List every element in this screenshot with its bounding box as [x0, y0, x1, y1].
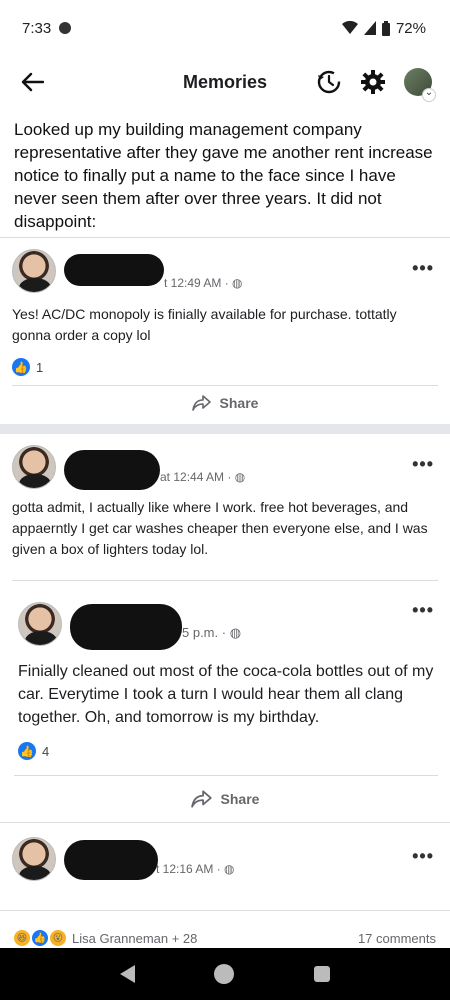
entry-1-reactions[interactable]: 👍 1 [12, 358, 43, 376]
app-bar: Memories [0, 56, 450, 108]
wow-icon: 😮 [50, 930, 66, 946]
avatar[interactable] [12, 445, 56, 489]
status-right: 72% [341, 19, 426, 37]
reaction-count: 1 [36, 359, 44, 375]
globe-icon: ◍ [232, 276, 243, 290]
battery-level: 72% [395, 19, 426, 37]
globe-icon: ◍ [229, 625, 242, 640]
entry-3-timestamp[interactable]: 5 p.m. · ◍ [182, 625, 241, 641]
status-bar: 7:33 72% [0, 0, 450, 56]
redaction [64, 450, 160, 490]
entry-3-reactions[interactable]: 👍 4 [18, 742, 49, 760]
share-label: Share [219, 395, 259, 411]
divider [0, 910, 450, 911]
reactors-text: Lisa Granneman + 28 [72, 930, 198, 946]
avatar[interactable] [12, 249, 56, 293]
clock: 7:33 [22, 19, 52, 37]
nav-recents-icon[interactable] [314, 966, 331, 982]
divider [0, 822, 450, 823]
wifi-icon [341, 21, 358, 34]
timestamp-text: at 12:44 AM · [160, 470, 235, 484]
entry-2-text: gotta admit, I actually like where I wor… [12, 499, 428, 557]
section-divider [0, 424, 450, 434]
account-avatar[interactable] [404, 68, 436, 102]
entry-2-header [12, 445, 56, 489]
gear-icon[interactable] [360, 69, 386, 95]
redaction [70, 604, 182, 650]
entry-4-header [12, 837, 56, 881]
share-button[interactable]: Share [0, 789, 450, 809]
back-arrow-icon[interactable] [18, 68, 46, 96]
entry-2-timestamp[interactable]: at 12:44 AM · ◍ [160, 470, 245, 484]
haha-icon: 😆 [14, 930, 30, 946]
timestamp-text: 5 p.m. · [182, 625, 230, 640]
reaction-summary[interactable]: 😆 👍 😮 Lisa Granneman + 28 [14, 930, 197, 946]
redaction [64, 840, 158, 880]
notification-icon [59, 22, 72, 34]
entry-1-header [12, 249, 56, 293]
divider [12, 385, 438, 386]
share-button[interactable]: Share [0, 394, 450, 412]
status-left: 7:33 [22, 19, 72, 37]
entry-4-timestamp[interactable]: t 12:16 AM · ◍ [156, 862, 235, 876]
more-dots-icon[interactable]: ••• [412, 600, 434, 621]
timestamp-text: t 12:49 AM · [164, 276, 233, 290]
globe-icon: ◍ [234, 470, 246, 484]
nav-back-icon[interactable] [119, 965, 135, 983]
nav-home-icon[interactable] [214, 964, 235, 984]
divider [12, 580, 438, 581]
system-nav-bar [0, 948, 450, 1000]
battery-icon [381, 20, 390, 36]
like-icon: 👍 [18, 742, 36, 760]
entry-3-text: Finially cleaned out most of the coca-co… [18, 663, 434, 726]
more-dots-icon[interactable]: ••• [412, 846, 434, 867]
comments-count[interactable]: 17 comments [358, 931, 436, 946]
more-dots-icon[interactable]: ••• [412, 258, 434, 279]
redaction [64, 254, 164, 286]
share-label: Share [220, 791, 260, 807]
divider [0, 237, 450, 238]
avatar[interactable] [12, 837, 56, 881]
post-text: Looked up my building management company… [14, 120, 433, 231]
signal-icon [363, 21, 376, 35]
app-actions [316, 68, 436, 102]
timestamp-text: t 12:16 AM · [156, 862, 225, 876]
history-icon[interactable] [316, 69, 342, 95]
globe-icon: ◍ [224, 862, 235, 876]
reaction-count: 4 [42, 743, 50, 759]
divider [14, 775, 438, 776]
more-dots-icon[interactable]: ••• [412, 454, 434, 475]
post-footer: 😆 👍 😮 Lisa Granneman + 28 17 comments [0, 928, 450, 948]
entry-1-timestamp[interactable]: t 12:49 AM · ◍ [164, 276, 243, 290]
like-icon: 👍 [12, 358, 30, 376]
share-icon [191, 395, 211, 411]
share-icon [190, 790, 212, 808]
like-icon: 👍 [32, 930, 48, 946]
avatar[interactable] [18, 602, 62, 646]
entry-3-header [18, 602, 62, 646]
entry-1-text: Yes! AC/DC monopoly is finially availabl… [12, 306, 397, 343]
